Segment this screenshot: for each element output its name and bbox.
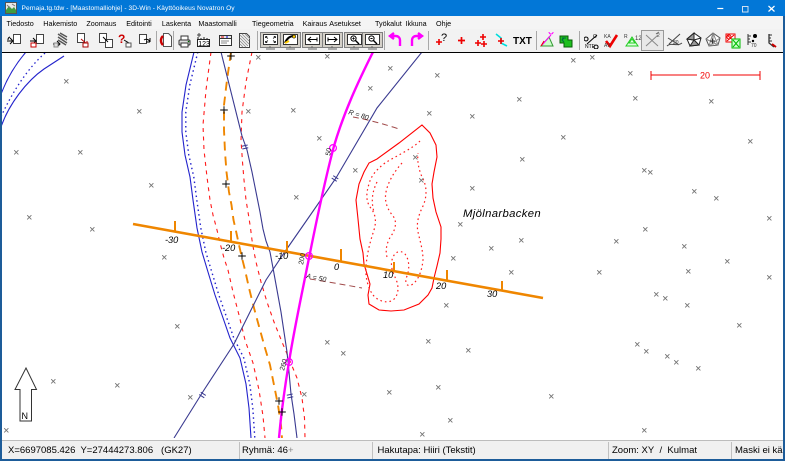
svg-text:-10: -10 (275, 251, 289, 261)
svg-text:200: 200 (298, 252, 307, 265)
svg-text:30: 30 (487, 289, 498, 299)
svg-text:0: 0 (334, 262, 340, 272)
svg-text:-30: -30 (165, 235, 179, 245)
svg-text:R = 80: R = 80 (347, 109, 369, 122)
svg-text:20: 20 (435, 281, 447, 291)
svg-text:A = 50: A = 50 (305, 273, 327, 284)
svg-text:-20: -20 (222, 243, 236, 253)
svg-text:Mjölnarbacken: Mjölnarbacken (463, 208, 541, 220)
svg-text:20: 20 (700, 71, 710, 81)
svg-text:N: N (22, 411, 29, 421)
svg-text:10: 10 (383, 270, 394, 280)
